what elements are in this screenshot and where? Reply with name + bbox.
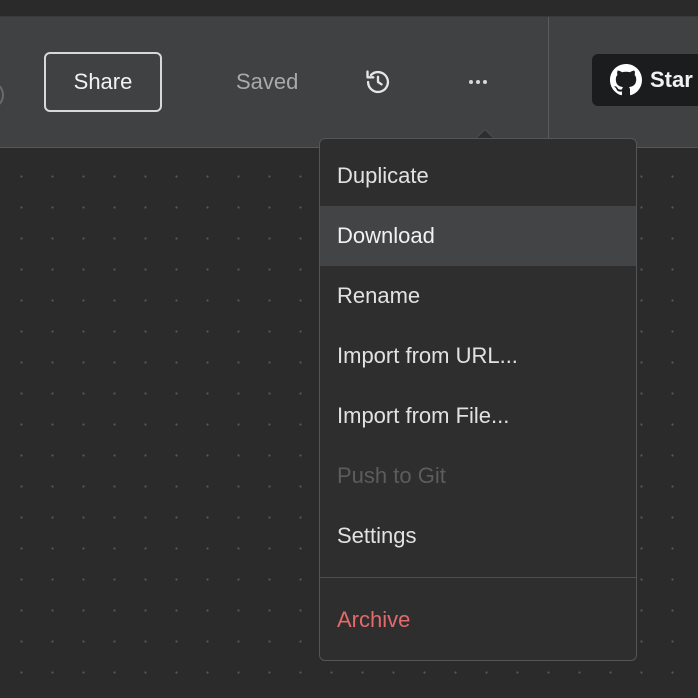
menu-item-import-file[interactable]: Import from File... [320,386,636,446]
top-strip [0,0,698,17]
toolbar-divider [548,17,549,147]
avatar[interactable] [0,81,4,109]
menu-item-import-url[interactable]: Import from URL... [320,326,636,386]
history-icon[interactable] [364,68,392,96]
menu-item-settings[interactable]: Settings [320,506,636,566]
star-label: Star [650,67,693,92]
github-icon [610,64,642,96]
more-options-menu: Duplicate Download Rename Import from UR… [319,138,637,661]
menu-item-rename[interactable]: Rename [320,266,636,326]
save-status: Saved [236,69,299,94]
menu-item-duplicate[interactable]: Duplicate [320,146,636,206]
menu-item-archive[interactable]: Archive [320,590,636,650]
menu-item-download[interactable]: Download [320,206,636,266]
github-star-button[interactable]: Star [592,54,698,106]
toolbar: Share Saved Star [0,17,698,148]
menu-item-push-to-git: Push to Git [337,463,446,488]
app-window: Share Saved Star Duplicate Download Rena… [0,0,698,698]
share-button[interactable]: Share [44,52,162,112]
menu-divider [320,577,636,578]
more-horizontal-icon[interactable] [464,68,492,96]
